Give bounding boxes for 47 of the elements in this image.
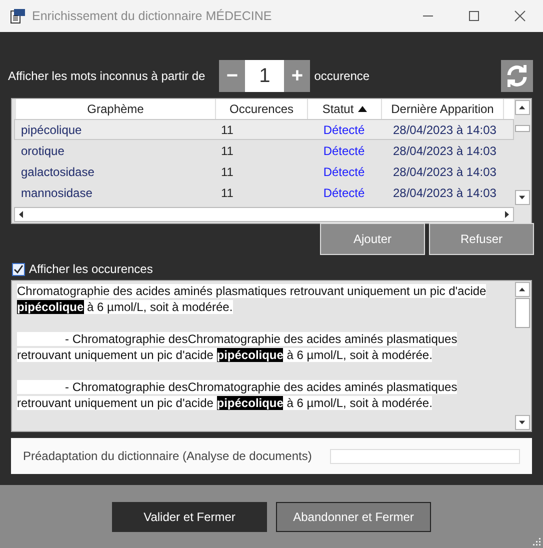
occurrence-text: - Chromatographie desChromatographie des acides aminés plasmatiques retrouvant uniquement un pic d'acide pipécolique à 6 µmol/L, soit à modérée. <box>17 331 458 363</box>
scroll-down-icon[interactable] <box>515 415 530 430</box>
vertical-scrollbar[interactable] <box>514 281 531 431</box>
show-occurrences-checkbox[interactable] <box>12 262 25 276</box>
table-cell-text: pipécolique <box>20 122 83 138</box>
table-row[interactable]: pipécolique 11 Détecté 28/04/2023 à 14:03 <box>14 119 514 140</box>
table-cell-text: 28/04/2023 à 14:03 <box>392 142 498 160</box>
scroll-thumb[interactable] <box>515 298 530 328</box>
occurrence-text: - Chromatographie desChromatographie des acides aminés plasmatiques retrouvant uniquement un pic d'acide pipécolique à 6 µmol/L, soit à modérée. <box>17 379 458 411</box>
table-cell-text: galactosidase <box>20 164 96 180</box>
table-cell-text: 11 <box>220 142 234 160</box>
table-cell-text: 28/04/2023 à 14:03 <box>392 164 498 180</box>
scroll-up-icon[interactable] <box>515 100 530 115</box>
threshold-value[interactable]: 1 <box>245 60 284 92</box>
table-cell-text: Détecté <box>322 142 366 160</box>
table-cell-text: 28/04/2023 à 14:03 <box>392 184 498 202</box>
checkmark-icon <box>13 264 24 274</box>
threshold-suffix: occurence <box>314 68 370 85</box>
table-cell-text: Détecté <box>322 164 366 180</box>
dialog-button[interactable]: Abandonner et Fermer <box>276 502 431 532</box>
vertical-scrollbar[interactable] <box>514 99 531 206</box>
table-row[interactable]: galactosidase 11 Détecté 28/04/2023 à 14:03 <box>14 161 514 182</box>
window-title: Enrichissement du dictionnaire MÉDECINE <box>32 8 272 25</box>
refresh-icon <box>505 64 529 88</box>
table-cell-text: 11 <box>220 122 234 138</box>
scroll-thumb[interactable] <box>515 125 530 132</box>
dialog-button[interactable]: Valider et Fermer <box>112 502 267 532</box>
occurrence-text: Chromatographie des acides aminés plasmatiques retrouvant uniquement un pic d'acide pipécolique à 6 µmol/L, soit à modérée. <box>17 283 488 315</box>
scroll-down-icon[interactable] <box>515 190 530 205</box>
scroll-up-icon[interactable] <box>515 282 530 297</box>
preadaptation-label: Préadaptation du dictionnaire (Analyse de documents) <box>23 448 312 465</box>
table-cell-text: mannosidase <box>20 184 94 202</box>
table-cell-text: 28/04/2023 à 14:03 <box>392 122 498 138</box>
table-cell-text: Détecté <box>322 184 366 202</box>
horizontal-scrollbar[interactable] <box>14 207 514 222</box>
app-icon <box>10 8 26 24</box>
refresh-button[interactable] <box>501 60 533 92</box>
threshold-label: Afficher les mots inconnus à partir de <box>8 68 206 85</box>
table-cell-text: 11 <box>220 184 234 202</box>
sort-ascending-icon <box>358 106 367 112</box>
show-occurrences-label: Afficher les occurences <box>29 261 153 278</box>
table-row[interactable]: orotique 11 Détecté 28/04/2023 à 14:03 <box>14 140 514 161</box>
table-cell-text: 11 <box>220 164 234 180</box>
table-cell-text: Détecté <box>322 122 366 138</box>
table-cell-text: orotique <box>20 142 66 160</box>
table-row[interactable]: mannosidase 11 Détecté 28/04/2023 à 14:03 <box>14 182 514 203</box>
resize-grip-icon[interactable] <box>531 536 541 546</box>
